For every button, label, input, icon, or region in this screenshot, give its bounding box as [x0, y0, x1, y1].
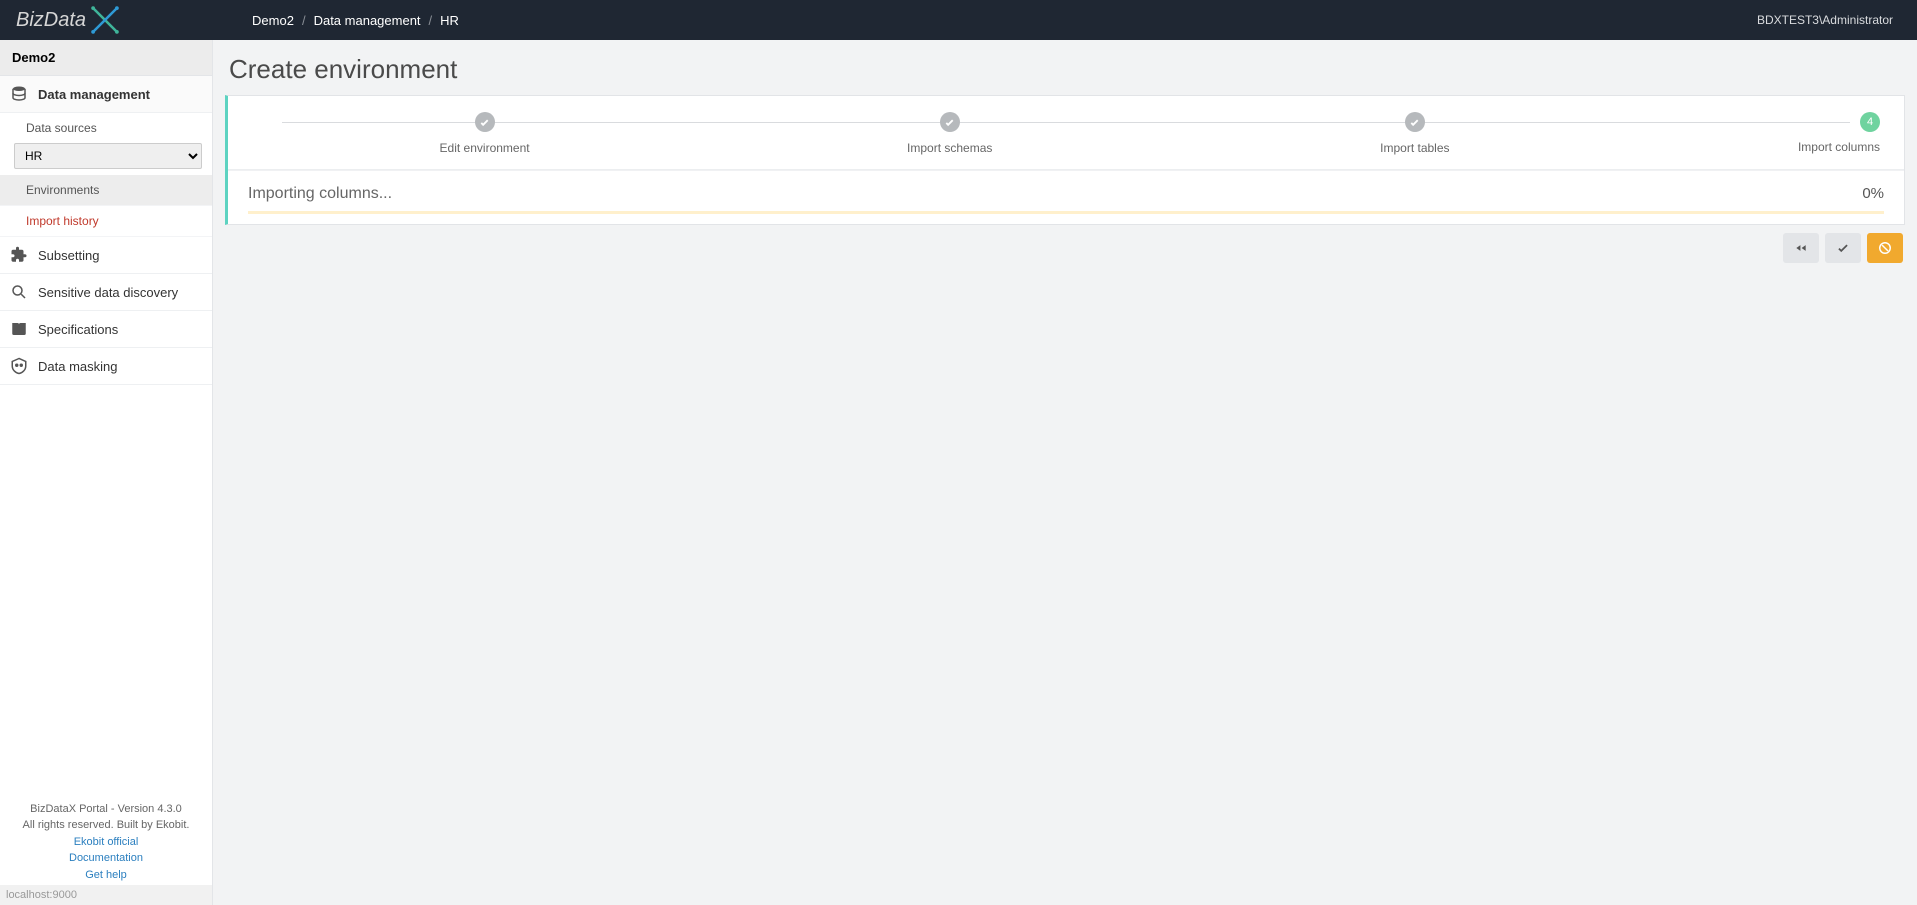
datasource-select[interactable]: HR [14, 143, 202, 169]
footer-copyright: All rights reserved. Built by Ekobit. [4, 817, 208, 834]
progress-percent: 0% [1862, 185, 1884, 202]
sidebar-item-specifications[interactable]: Specifications [0, 311, 212, 348]
sidebar-item-label: Data masking [38, 359, 117, 374]
progress-row: Importing columns... 0% [228, 170, 1904, 209]
step-import-schemas[interactable]: Import schemas [717, 112, 1182, 155]
step-import-columns[interactable]: 4 Import columns [1647, 112, 1880, 154]
sidebar-item-sensitive[interactable]: Sensitive data discovery [0, 274, 212, 311]
app-logo: BizData [16, 3, 122, 37]
sidebar-footer: BizDataX Portal - Version 4.3.0 All righ… [0, 795, 212, 886]
sidebar-item-masking[interactable]: Data masking [0, 348, 212, 385]
sidebar-item-label: Data management [38, 87, 150, 102]
step-connector-line [282, 122, 1850, 123]
breadcrumb: Demo2 / Data management / HR [252, 13, 459, 28]
topbar: BizData Demo2 / Data management / HR BDX… [0, 0, 1917, 40]
footer-version: BizDataX Portal - Version 4.3.0 [4, 801, 208, 818]
logo-x-icon [88, 3, 122, 37]
step-label: Import tables [1182, 141, 1647, 155]
check-icon [1836, 241, 1850, 255]
sidebar-item-data-management[interactable]: Data management [0, 76, 212, 113]
sidebar-item-label: Subsetting [38, 248, 99, 263]
sidebar-project[interactable]: Demo2 [0, 40, 212, 76]
sidebar-sub-import-history[interactable]: Import history [0, 206, 212, 237]
breadcrumb-item-page[interactable]: HR [440, 13, 459, 28]
datasource-select-wrap: HR [0, 139, 212, 175]
main-content: Create environment Edit environment [213, 40, 1917, 905]
mask-icon [10, 357, 28, 375]
wizard-steps: Edit environment Import schemas Import t… [228, 96, 1904, 170]
footer-link-docs[interactable]: Documentation [4, 850, 208, 867]
confirm-button[interactable] [1825, 233, 1861, 263]
step-check-icon [1405, 112, 1425, 132]
wizard-card: Edit environment Import schemas Import t… [225, 95, 1905, 225]
sidebar-item-label: Specifications [38, 322, 118, 337]
page-title: Create environment [219, 40, 1911, 95]
sidebar-item-subsetting[interactable]: Subsetting [0, 237, 212, 274]
status-host: localhost:9000 [0, 885, 212, 905]
cancel-icon [1878, 241, 1892, 255]
progress-bar [248, 211, 1884, 214]
puzzle-icon [10, 246, 28, 264]
logo-text: BizData [16, 9, 86, 32]
sidebar: Demo2 Data management Data sources HR En… [0, 40, 213, 905]
database-icon [10, 85, 28, 103]
step-edit-environment[interactable]: Edit environment [252, 112, 717, 155]
wizard-button-row [219, 225, 1911, 271]
breadcrumb-item-project[interactable]: Demo2 [252, 13, 294, 28]
step-import-tables[interactable]: Import tables [1182, 112, 1647, 155]
back-button[interactable] [1783, 233, 1819, 263]
sidebar-sub-label-datasources: Data sources [0, 113, 212, 139]
footer-link-help[interactable]: Get help [4, 867, 208, 884]
step-label: Import schemas [717, 141, 1182, 155]
step-check-icon [940, 112, 960, 132]
sidebar-sub-environments[interactable]: Environments [0, 175, 212, 206]
footer-link-official[interactable]: Ekobit official [4, 834, 208, 851]
book-icon [10, 320, 28, 338]
step-number-icon: 4 [1860, 112, 1880, 132]
step-label: Edit environment [252, 141, 717, 155]
progress-label: Importing columns... [248, 185, 392, 203]
rewind-icon [1794, 241, 1808, 255]
step-check-icon [475, 112, 495, 132]
search-icon [10, 283, 28, 301]
cancel-button[interactable] [1867, 233, 1903, 263]
breadcrumb-sep: / [302, 13, 306, 28]
current-user[interactable]: BDXTEST3\Administrator [1757, 13, 1893, 27]
sidebar-item-label: Sensitive data discovery [38, 285, 178, 300]
breadcrumb-sep: / [429, 13, 433, 28]
step-label: Import columns [1647, 140, 1880, 154]
breadcrumb-item-section[interactable]: Data management [314, 13, 421, 28]
